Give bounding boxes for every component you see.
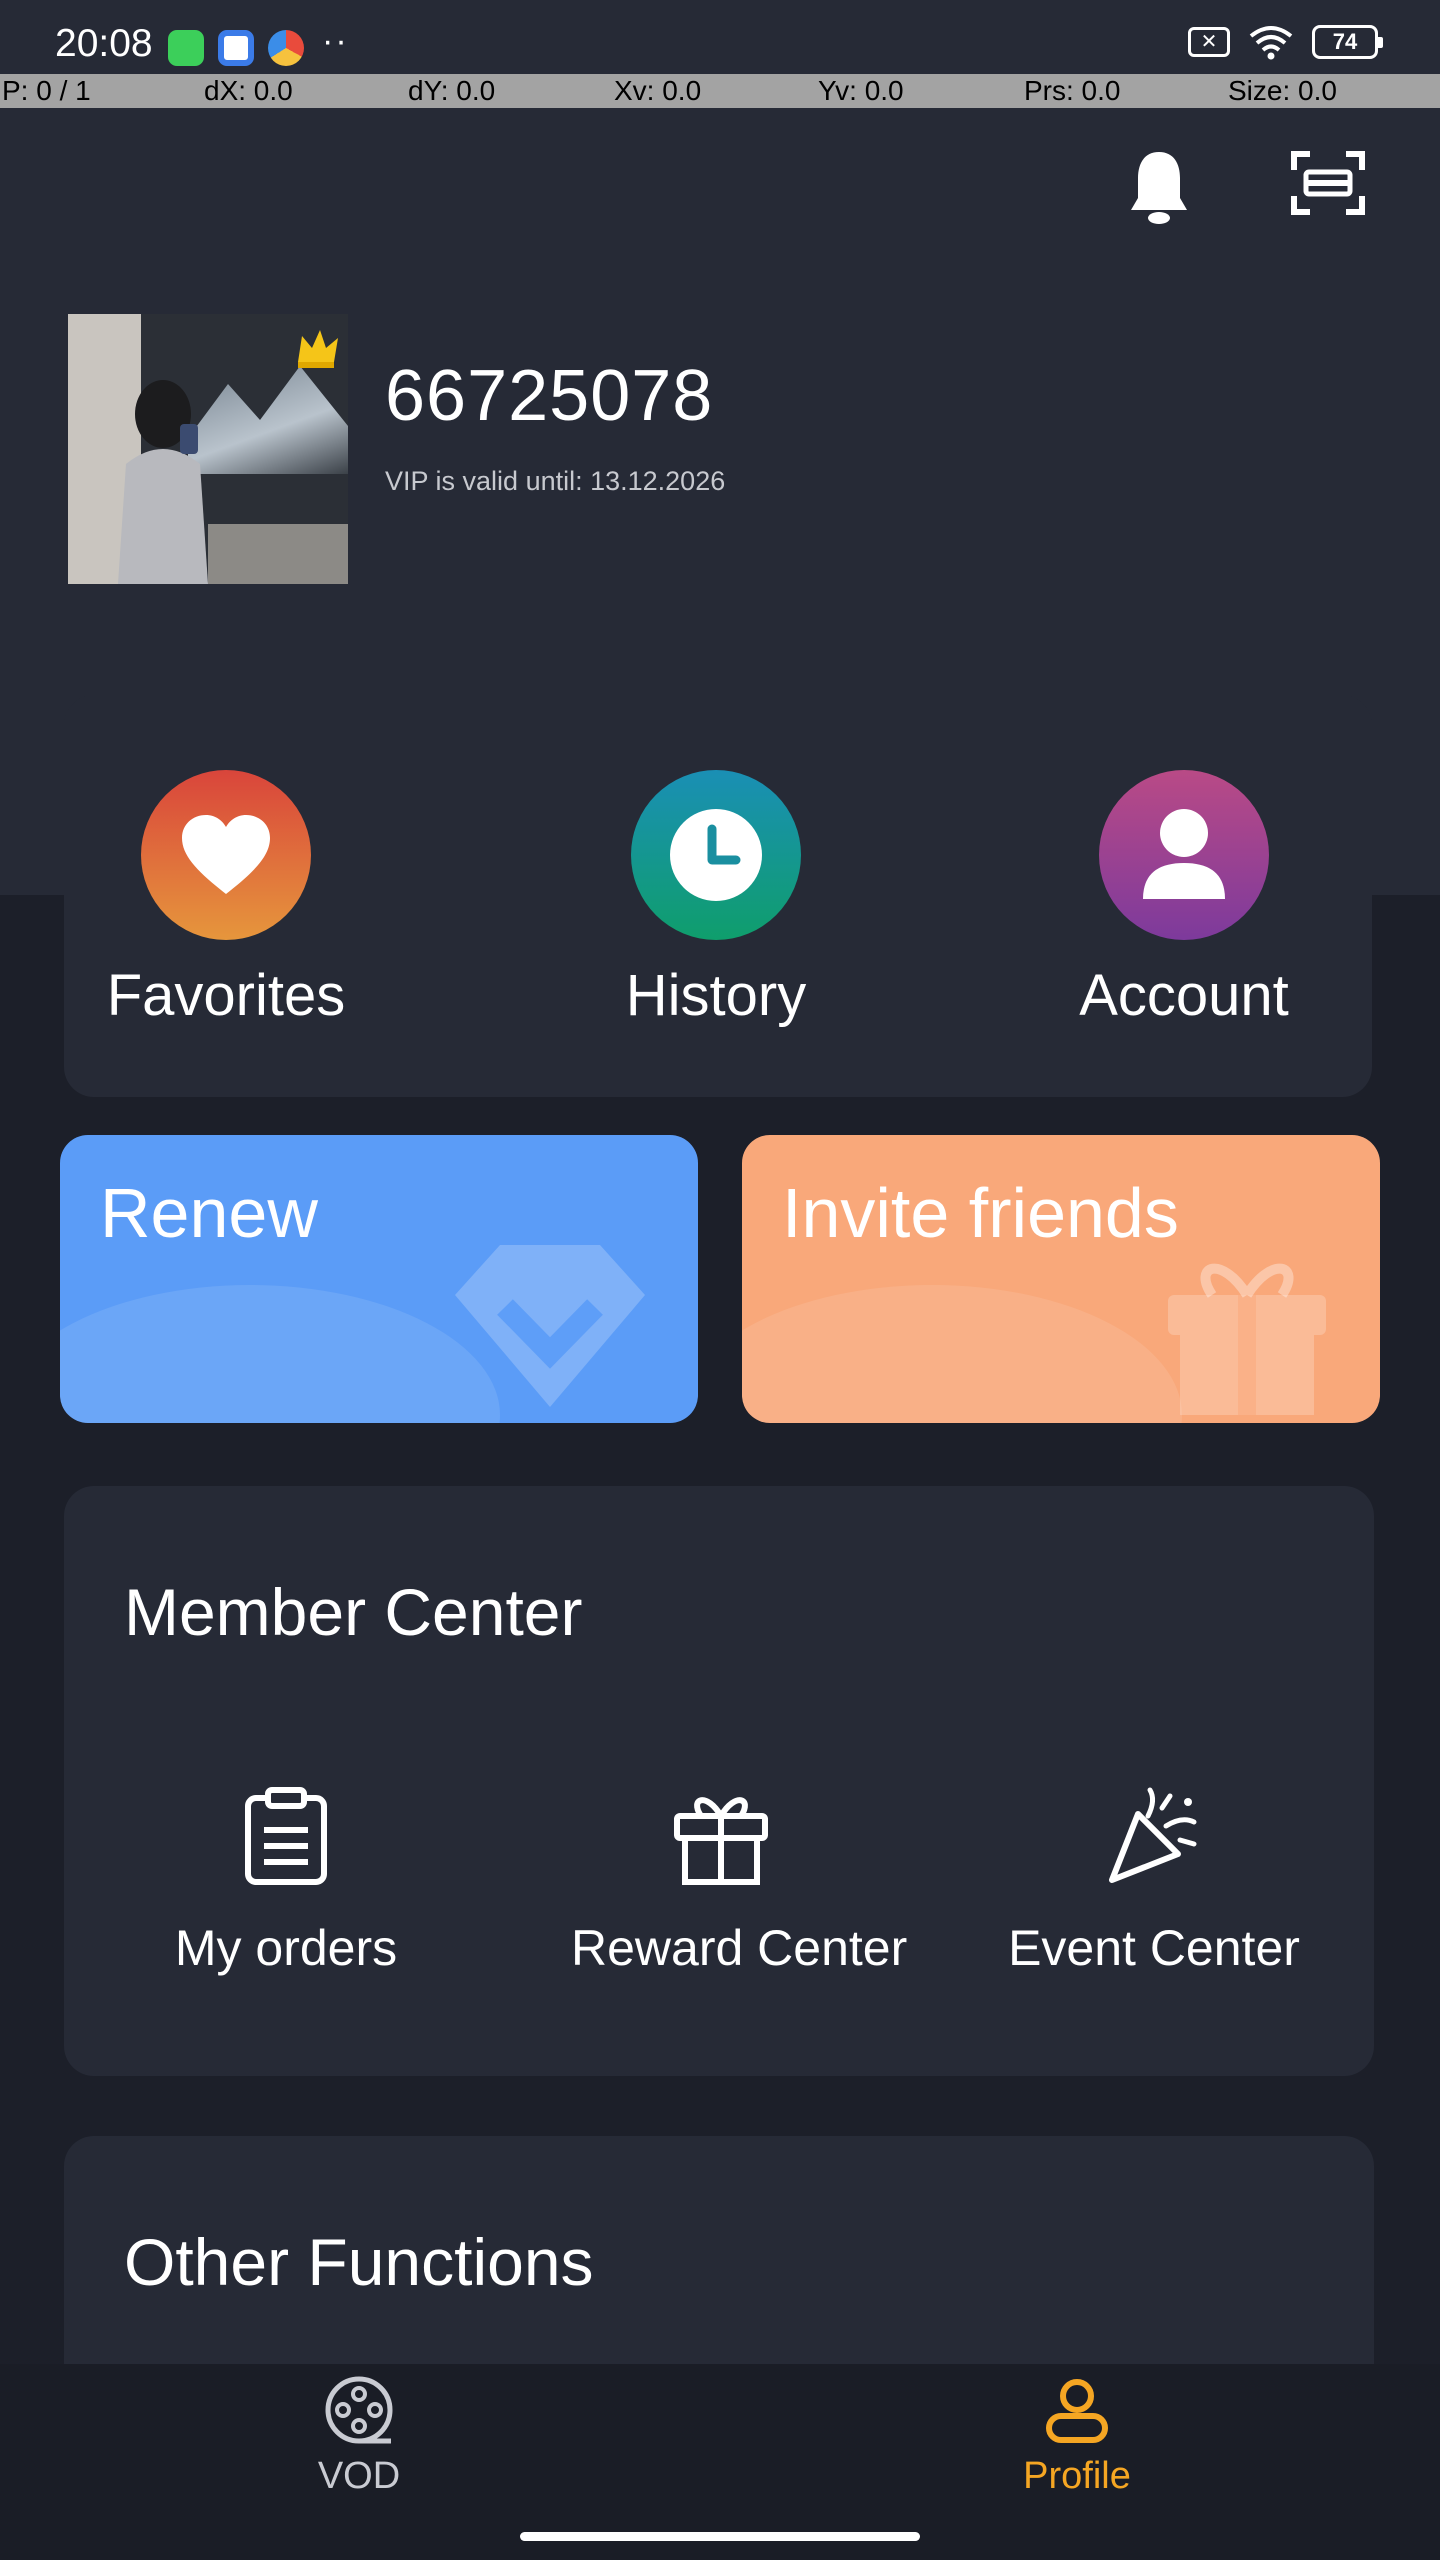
renew-wave bbox=[60, 1285, 500, 1423]
nav-profile[interactable]: Profile bbox=[1017, 2374, 1137, 2498]
status-time: 20:08 bbox=[55, 22, 153, 65]
user-icon bbox=[1143, 809, 1225, 899]
invite-friends-label: Invite friends bbox=[782, 1174, 1179, 1252]
vip-status: VIP is valid until: 13.12.2026 bbox=[385, 466, 726, 496]
nav-vod[interactable]: VOD bbox=[299, 2374, 419, 2498]
member-center-card: Member Center My orders Reward Center Ev… bbox=[64, 1486, 1374, 2076]
account-button[interactable]: Account bbox=[1064, 770, 1304, 1029]
history-circle bbox=[631, 770, 801, 940]
status-bar: 20:08 ·· ✕ 74 bbox=[0, 20, 1440, 72]
debug-dy: dY: 0.0 bbox=[408, 75, 496, 106]
vip-crown-icon bbox=[298, 330, 338, 368]
invite-friends-card[interactable]: Invite friends bbox=[742, 1135, 1380, 1423]
history-button[interactable]: History bbox=[596, 770, 836, 1029]
user-id: 66725078 bbox=[385, 356, 714, 436]
renew-card[interactable]: Renew bbox=[60, 1135, 698, 1423]
favorites-label: Favorites bbox=[106, 963, 346, 1028]
nav-profile-label: Profile bbox=[1023, 2455, 1131, 2497]
debug-pointer: P: 0 / 1 bbox=[2, 75, 91, 106]
debug-yv: Yv: 0.0 bbox=[818, 75, 904, 106]
event-center-label: Event Center bbox=[1008, 1920, 1300, 1976]
clock-icon bbox=[670, 809, 762, 901]
my-orders-label: My orders bbox=[174, 1920, 398, 1976]
debug-size: Size: 0.0 bbox=[1228, 75, 1337, 106]
battery-icon: 74 bbox=[1312, 25, 1383, 59]
nav-vod-label: VOD bbox=[317, 2455, 401, 2497]
wifi-icon bbox=[1249, 26, 1293, 60]
bell-icon[interactable] bbox=[1128, 148, 1190, 226]
no-sim-icon: ✕ bbox=[1188, 27, 1230, 57]
favorites-circle bbox=[141, 770, 311, 940]
avatar[interactable] bbox=[68, 314, 348, 584]
reward-center-label: Reward Center bbox=[571, 1920, 908, 1976]
account-circle bbox=[1099, 770, 1269, 940]
history-label: History bbox=[625, 963, 807, 1028]
debug-xv: Xv: 0.0 bbox=[614, 75, 702, 106]
wallet-app-icon bbox=[218, 30, 254, 66]
scan-icon[interactable] bbox=[1290, 150, 1366, 216]
pointer-location-overlay: P: 0 / 1 dX: 0.0 dY: 0.0 Xv: 0.0 Yv: 0.0… bbox=[0, 74, 1440, 108]
status-indicators: ✕ 74 bbox=[1188, 24, 1383, 60]
member-center-title: Member Center bbox=[124, 1575, 583, 1649]
clipboard-icon bbox=[245, 1787, 327, 1885]
heart-icon bbox=[182, 815, 270, 894]
film-reel-icon bbox=[325, 2376, 393, 2444]
quick-actions-card: Favorites History Account bbox=[64, 695, 1372, 1097]
account-label: Account bbox=[1079, 963, 1289, 1028]
renew-label: Renew bbox=[100, 1174, 318, 1252]
my-orders-button[interactable]: My orders bbox=[136, 1786, 436, 1977]
event-center-button[interactable]: Event Center bbox=[1004, 1786, 1304, 1977]
debug-prs: Prs: 0.0 bbox=[1024, 75, 1121, 106]
party-popper-icon bbox=[1109, 1787, 1197, 1883]
diamond-icon bbox=[455, 1245, 645, 1407]
profile-icon bbox=[1046, 2379, 1108, 2443]
gift-icon bbox=[1168, 1263, 1326, 1415]
home-indicator[interactable] bbox=[520, 2532, 920, 2541]
debug-dx: dX: 0.0 bbox=[204, 75, 293, 106]
browser-app-icon bbox=[268, 30, 304, 66]
reward-center-button[interactable]: Reward Center bbox=[571, 1786, 908, 1977]
avatar-table bbox=[208, 524, 348, 584]
favorites-button[interactable]: Favorites bbox=[106, 770, 346, 1029]
other-functions-title: Other Functions bbox=[124, 2225, 594, 2299]
more-notifications-icon: ·· bbox=[322, 22, 349, 60]
bottom-navigation: VOD Profile bbox=[0, 2364, 1440, 2560]
android-app-icon bbox=[168, 30, 204, 66]
gift-icon bbox=[674, 1797, 768, 1885]
invite-wave bbox=[742, 1285, 1182, 1423]
avatar-person bbox=[118, 380, 208, 584]
